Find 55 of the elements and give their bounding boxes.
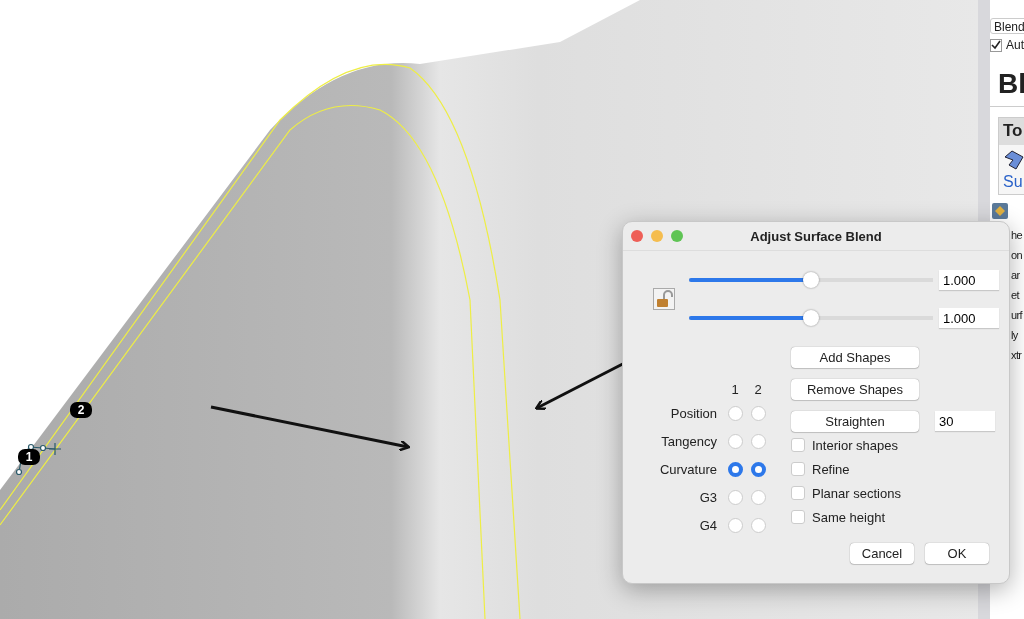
toolbox-title: To — [999, 118, 1024, 145]
checkbox-label: Same height — [812, 509, 885, 525]
straighten-button[interactable]: Straighten — [791, 411, 919, 432]
radio-button[interactable] — [727, 490, 743, 505]
body-text: urf — [1010, 308, 1024, 323]
tool-icon — [992, 203, 1008, 219]
ok-button[interactable]: OK — [925, 543, 989, 564]
remove-shapes-button[interactable]: Remove Shapes — [791, 379, 919, 400]
radio-button[interactable] — [727, 518, 743, 533]
minimize-button[interactable] — [651, 230, 663, 242]
lock-button[interactable] — [653, 288, 675, 310]
add-shapes-button[interactable]: Add Shapes — [791, 347, 919, 368]
column-header: 1 — [731, 382, 739, 396]
value-field[interactable]: 1.000 — [939, 270, 999, 290]
checkbox-label: Interior shapes — [812, 437, 898, 453]
body-text: et — [1010, 288, 1021, 303]
close-button[interactable] — [631, 230, 643, 242]
angle-field[interactable]: 30 — [935, 411, 995, 431]
zoom-button[interactable] — [671, 230, 683, 242]
checkbox[interactable] — [990, 38, 1002, 52]
radio-button[interactable] — [727, 462, 743, 477]
number-badge: 1 — [18, 449, 40, 465]
row-label: G4 — [699, 517, 718, 535]
row-label: Curvature — [659, 461, 718, 479]
body-text: xtr — [1010, 348, 1023, 363]
row-label: Tangency — [661, 433, 718, 451]
window-title: Adjust Surface Blend — [749, 228, 883, 244]
heading: Bl — [990, 68, 1024, 107]
body-text: ly — [1010, 328, 1019, 343]
checkbox-label: Aut — [1006, 38, 1024, 52]
radio-button[interactable] — [750, 406, 766, 421]
value-field[interactable]: 1.000 — [939, 308, 999, 328]
checkbox[interactable] — [791, 510, 805, 524]
dropdown[interactable]: Blend — [990, 18, 1024, 34]
radio-button[interactable] — [750, 490, 766, 505]
radio-button[interactable] — [750, 518, 766, 533]
row-label: Position — [670, 405, 718, 423]
checkbox[interactable] — [791, 462, 805, 476]
column-header: 2 — [754, 382, 762, 396]
cancel-button[interactable]: Cancel — [850, 543, 914, 564]
checkbox-label: Planar sections — [812, 485, 901, 501]
body-text: he — [1010, 228, 1024, 243]
surface-icon — [1003, 149, 1024, 171]
radio-button[interactable] — [750, 434, 766, 449]
checkbox-label: Refine — [812, 461, 850, 477]
link[interactable]: Su — [999, 171, 1024, 193]
radio-button[interactable] — [727, 434, 743, 449]
checkbox[interactable] — [791, 438, 805, 452]
checkbox[interactable] — [791, 486, 805, 500]
row-label: G3 — [699, 489, 718, 507]
number-badge: 2 — [70, 402, 92, 418]
body-text: on — [1010, 248, 1024, 263]
radio-button[interactable] — [727, 406, 743, 421]
body-text: ar — [1010, 268, 1021, 283]
radio-button[interactable] — [750, 462, 766, 477]
